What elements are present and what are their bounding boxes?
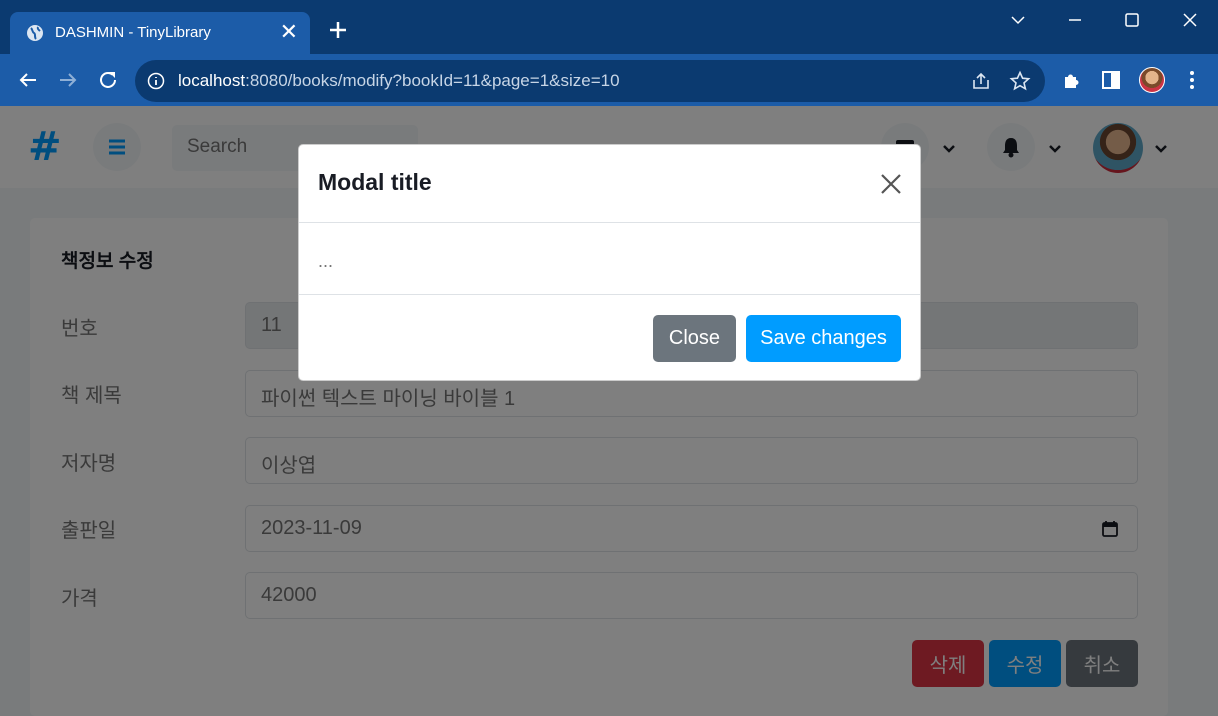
profile-avatar[interactable] — [1139, 67, 1165, 93]
browser-tab-bar: DASHMIN - TinyLibrary ✕ — [0, 0, 1218, 54]
new-tab-icon[interactable] — [326, 18, 350, 42]
forward-icon[interactable] — [56, 68, 80, 92]
url-host: localhost — [178, 71, 246, 90]
browser-tab[interactable]: DASHMIN - TinyLibrary ✕ — [10, 12, 310, 54]
share-icon[interactable] — [970, 70, 992, 92]
url-text: localhost:8080/books/modify?bookId=11&pa… — [178, 71, 620, 91]
bookmark-star-icon[interactable] — [1009, 70, 1031, 92]
tab-title: DASHMIN - TinyLibrary — [55, 24, 211, 41]
modal-dialog: Modal title ... Close Save changes — [298, 144, 921, 381]
reload-icon[interactable] — [96, 68, 120, 92]
tab-search-icon[interactable] — [1004, 8, 1032, 32]
modal-header: Modal title — [299, 145, 920, 223]
window-close-icon[interactable] — [1176, 8, 1204, 32]
tab-close-icon[interactable]: ✕ — [280, 20, 298, 44]
side-panel-icon[interactable] — [1099, 68, 1123, 92]
close-icon[interactable] — [879, 172, 903, 196]
url-path: :8080/books/modify?bookId=11&page=1&size… — [245, 71, 620, 90]
minimize-icon[interactable] — [1061, 8, 1089, 32]
modal-footer: Close Save changes — [299, 294, 920, 380]
maximize-icon[interactable] — [1118, 8, 1146, 32]
modal-title: Modal title — [318, 169, 432, 195]
globe-icon — [27, 25, 43, 41]
save-changes-button[interactable]: Save changes — [746, 315, 901, 362]
close-button[interactable]: Close — [653, 315, 736, 362]
modal-body: ... — [318, 251, 334, 271]
back-icon[interactable] — [16, 68, 40, 92]
extensions-icon[interactable] — [1060, 68, 1084, 92]
address-bar[interactable]: localhost:8080/books/modify?bookId=11&pa… — [135, 60, 1045, 102]
menu-dots-icon[interactable] — [1180, 68, 1204, 92]
browser-toolbar: localhost:8080/books/modify?bookId=11&pa… — [0, 54, 1218, 106]
site-info-icon[interactable] — [147, 72, 165, 90]
